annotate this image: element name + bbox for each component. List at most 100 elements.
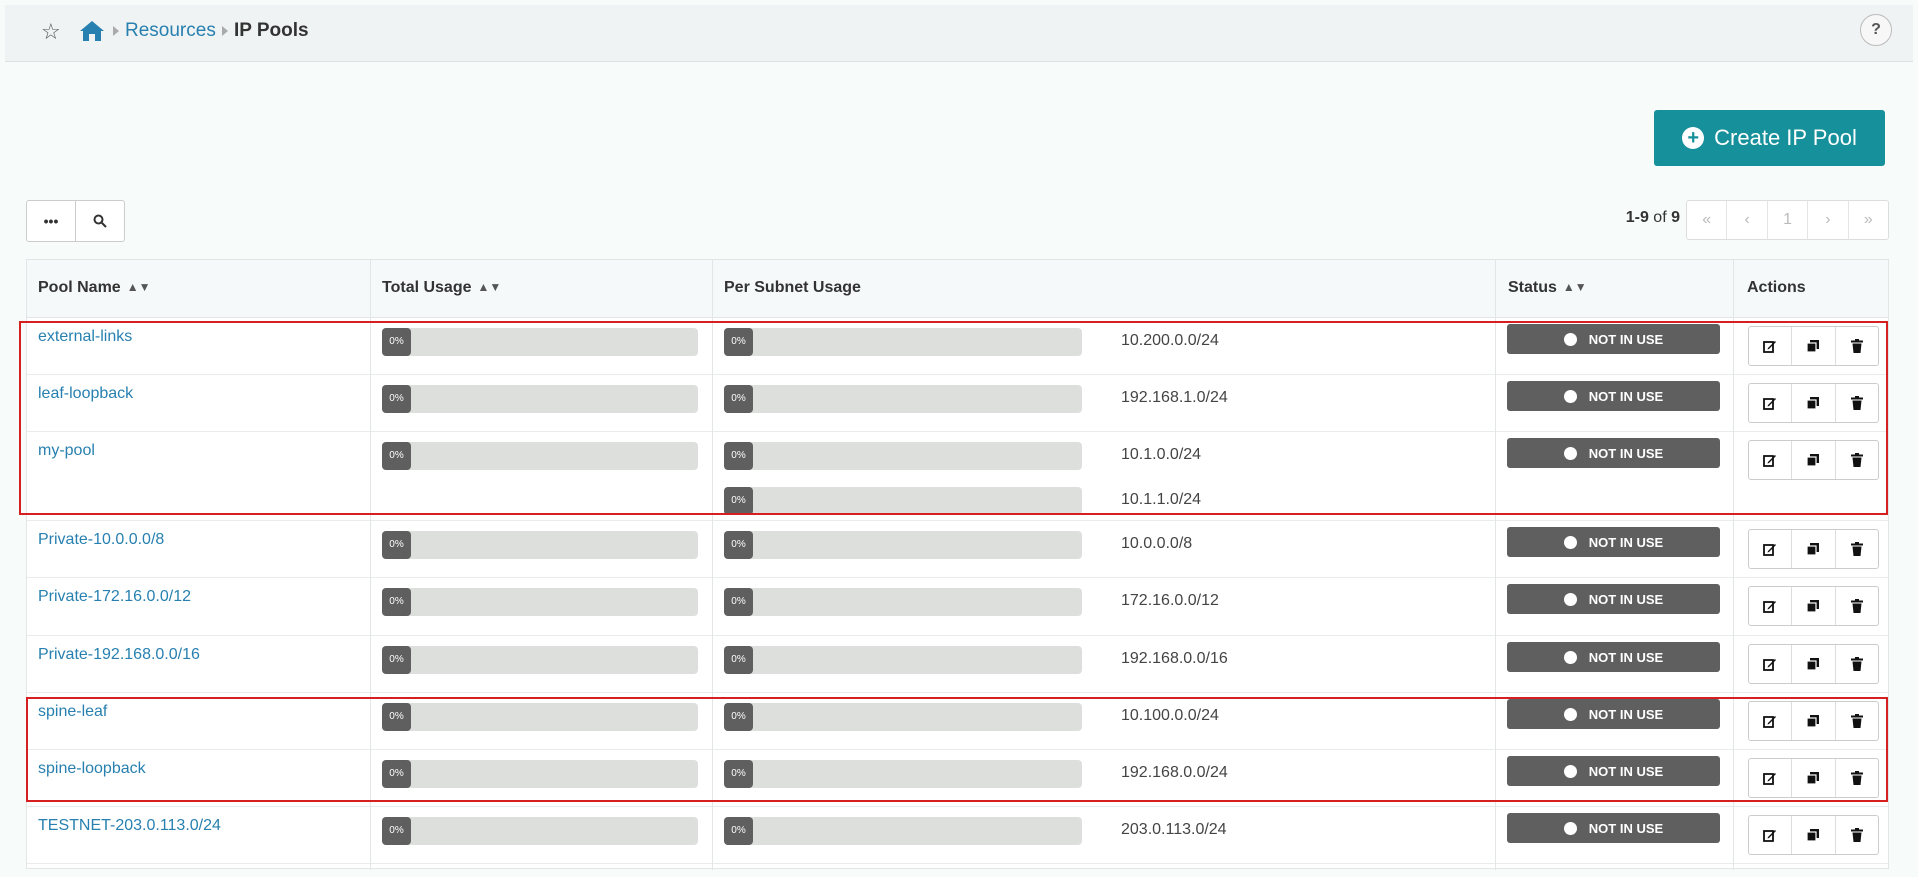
edit-button[interactable] (1749, 816, 1791, 854)
pool-name-link[interactable]: spine-leaf (38, 703, 107, 721)
column-divider (1495, 260, 1496, 870)
breadcrumb-resources[interactable]: Resources (125, 20, 216, 42)
edit-button[interactable] (1749, 441, 1791, 479)
delete-button[interactable] (1834, 816, 1878, 854)
edit-button[interactable] (1749, 587, 1791, 625)
column-header-pool-name[interactable]: Pool Name ▲▼ (38, 279, 150, 297)
first-page-button[interactable]: « (1687, 201, 1726, 239)
delete-button[interactable] (1834, 441, 1878, 479)
last-page-button[interactable]: » (1847, 201, 1888, 239)
table-row: spine-leaf 0% 0% 10.100.0.0/24 NOT IN USE (27, 693, 1888, 750)
clone-button[interactable] (1791, 327, 1834, 365)
edit-icon (1763, 398, 1777, 410)
clone-button[interactable] (1791, 702, 1834, 740)
status-badge: NOT IN USE (1507, 642, 1720, 672)
row-actions (1748, 586, 1879, 626)
delete-button[interactable] (1834, 587, 1878, 625)
subnet-usage-bar: 0% (724, 328, 1082, 356)
row-actions (1748, 440, 1879, 480)
delete-button[interactable] (1834, 759, 1878, 797)
search-button[interactable] (75, 201, 124, 241)
column-label: Total Usage (382, 279, 472, 296)
column-divider (370, 260, 371, 870)
pool-name-link[interactable]: external-links (38, 328, 132, 346)
total-usage-percent: 0% (382, 760, 411, 788)
column-label: Status (1508, 279, 1557, 296)
subnet-cidr: 192.168.1.0/24 (1121, 389, 1228, 406)
pool-name-link[interactable]: spine-loopback (38, 760, 146, 778)
delete-button[interactable] (1834, 530, 1878, 568)
help-button[interactable]: ? (1860, 14, 1892, 46)
status-text: NOT IN USE (1588, 445, 1664, 461)
subnet-cidr: 10.200.0.0/24 (1121, 332, 1219, 349)
column-header-total-usage[interactable]: Total Usage ▲▼ (382, 279, 501, 297)
sort-icon: ▲▼ (1562, 280, 1587, 294)
edit-icon (1763, 341, 1777, 353)
edit-button[interactable] (1749, 384, 1791, 422)
clone-button[interactable] (1791, 530, 1834, 568)
row-actions (1748, 529, 1879, 569)
pool-name-link[interactable]: Private-10.0.0.0/8 (38, 531, 164, 549)
trash-icon (1850, 396, 1863, 410)
clone-button[interactable] (1791, 587, 1834, 625)
pool-name-link[interactable]: leaf-loopback (38, 385, 133, 403)
next-page-button[interactable]: › (1807, 201, 1847, 239)
clone-button[interactable] (1791, 816, 1834, 854)
status-text: NOT IN USE (1588, 820, 1664, 836)
create-ip-pool-button[interactable]: + Create IP Pool (1654, 110, 1885, 166)
delete-button[interactable] (1834, 645, 1878, 683)
breadcrumb-current: IP Pools (234, 20, 309, 41)
row-actions (1748, 815, 1879, 855)
home-icon[interactable] (79, 19, 105, 43)
subnet-usage-bar: 0% (724, 385, 1082, 413)
clone-button[interactable] (1791, 645, 1834, 683)
edit-button[interactable] (1749, 759, 1791, 797)
total-usage-bar: 0% (382, 385, 698, 413)
status-dot-icon (1563, 764, 1577, 778)
prev-page-button[interactable]: ‹ (1726, 201, 1766, 239)
clone-button[interactable] (1791, 441, 1834, 479)
table-row: Private-10.0.0.0/8 0% 0% 10.0.0.0/8 NOT IN U… (27, 521, 1888, 578)
status-badge: NOT IN USE (1507, 381, 1720, 411)
star-icon[interactable]: ☆ (41, 20, 65, 44)
total-usage-percent: 0% (382, 588, 411, 616)
delete-button[interactable] (1834, 702, 1878, 740)
edit-icon (1763, 601, 1777, 613)
column-header-status[interactable]: Status ▲▼ (1508, 279, 1587, 297)
status-dot-icon (1563, 535, 1577, 549)
subnet-usage-percent: 0% (724, 703, 753, 731)
pagination: « ‹ 1 › » (1686, 200, 1889, 240)
pagination-total: 9 (1671, 209, 1680, 226)
page-number-button[interactable]: 1 (1766, 201, 1807, 239)
total-usage-percent: 0% (382, 328, 411, 356)
delete-button[interactable] (1834, 384, 1878, 422)
edit-button[interactable] (1749, 645, 1791, 683)
subnet-usage-bar: 0% (724, 646, 1082, 674)
status-badge: NOT IN USE (1507, 756, 1720, 786)
total-usage-percent: 0% (382, 385, 411, 413)
clone-button[interactable] (1791, 384, 1834, 422)
table-row: leaf-loopback 0% 0% 192.168.1.0/24 NOT IN US… (27, 375, 1888, 432)
edit-button[interactable] (1749, 530, 1791, 568)
delete-button[interactable] (1834, 327, 1878, 365)
pool-name-link[interactable]: my-pool (38, 442, 95, 460)
top-bar: ☆ Resources IP Pools ? (5, 5, 1913, 62)
pool-name-link[interactable]: Private-192.168.0.0/16 (38, 646, 200, 664)
total-usage-percent: 0% (382, 531, 411, 559)
subnet-usage-bar: 0% (724, 703, 1082, 731)
status-text: NOT IN USE (1588, 591, 1664, 607)
subnet-usage-percent: 0% (724, 487, 753, 515)
trash-icon (1850, 599, 1863, 613)
pool-name-link[interactable]: TESTNET-203.0.113.0/24 (38, 817, 221, 835)
total-usage-bar: 0% (382, 531, 698, 559)
edit-button[interactable] (1749, 702, 1791, 740)
table-row: Private-172.16.0.0/12 0% 0% 172.16.0.0/12 NO… (27, 578, 1888, 636)
status-badge: NOT IN USE (1507, 584, 1720, 614)
clone-icon (1806, 543, 1820, 556)
pool-name-link[interactable]: Private-172.16.0.0/12 (38, 588, 191, 606)
more-options-button[interactable]: ••• (27, 201, 75, 241)
clone-icon (1806, 658, 1820, 671)
clone-button[interactable] (1791, 759, 1834, 797)
edit-button[interactable] (1749, 327, 1791, 365)
trash-icon (1850, 714, 1863, 728)
